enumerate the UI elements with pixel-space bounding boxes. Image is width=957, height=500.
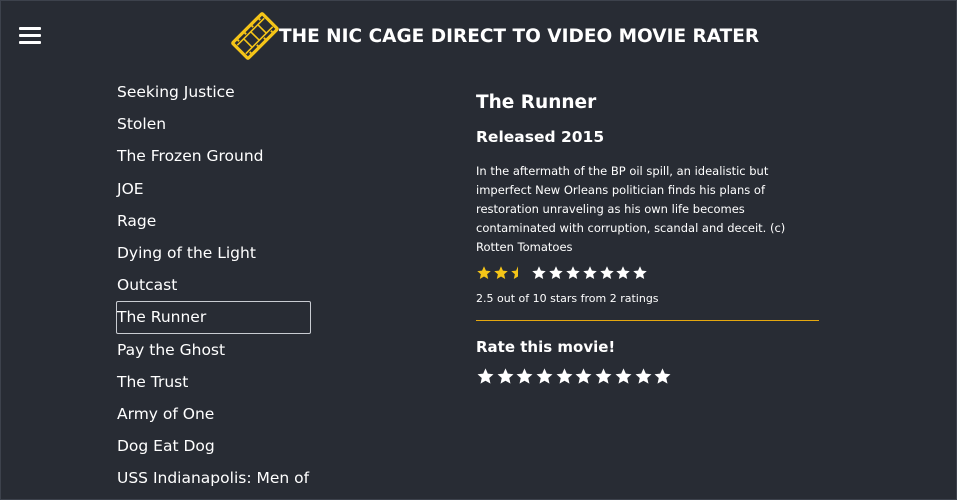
rate-movie-stars[interactable] xyxy=(476,367,821,386)
hamburger-menu-icon[interactable] xyxy=(19,27,41,45)
rate-star-icon[interactable] xyxy=(653,367,672,386)
movie-list-item[interactable]: Rage xyxy=(116,205,316,237)
star-empty-icon xyxy=(566,266,580,279)
rate-star-icon[interactable] xyxy=(476,367,495,386)
movie-list-item[interactable]: USS Indianapolis: Men of xyxy=(116,462,316,494)
rate-star-icon[interactable] xyxy=(574,367,593,386)
movie-list-item[interactable]: The Frozen Ground xyxy=(116,140,316,172)
star-empty-icon xyxy=(583,266,597,279)
movie-list-item[interactable]: JOE xyxy=(116,173,316,205)
movie-title: The Runner xyxy=(476,92,597,113)
divider xyxy=(476,320,819,321)
rate-star-icon[interactable] xyxy=(535,367,554,386)
rate-movie-label: Rate this movie! xyxy=(476,338,616,356)
star-empty-icon xyxy=(633,266,647,279)
star-filled-icon xyxy=(494,266,508,279)
rate-star-icon[interactable] xyxy=(555,367,574,386)
rating-summary: 2.5 out of 10 stars from 2 ratings xyxy=(476,292,659,305)
movie-list-item[interactable]: Stolen xyxy=(116,108,316,140)
film-strip-icon xyxy=(231,12,279,60)
star-half-icon xyxy=(510,266,525,279)
movie-description: In the aftermath of the BP oil spill, an… xyxy=(476,164,786,254)
movie-list-item[interactable]: Dying of the Light xyxy=(116,237,316,269)
star-empty-icon xyxy=(532,266,547,279)
movie-details: The Runner Released 2015 In the aftermat… xyxy=(476,88,821,386)
star-empty-icon xyxy=(599,266,614,279)
average-rating-stars xyxy=(476,263,821,283)
movie-list-item[interactable]: Army of One xyxy=(116,398,316,430)
movie-list-item[interactable]: Seeking Justice xyxy=(116,76,316,108)
star-empty-icon xyxy=(549,266,563,279)
star-empty-icon xyxy=(616,266,631,279)
movie-list-item[interactable]: The Runner xyxy=(116,301,311,334)
star-filled-icon xyxy=(477,266,491,279)
movie-list-item[interactable]: Pay the Ghost xyxy=(116,334,316,366)
movie-list: Seeking Justice Stolen The Frozen Ground JO… xyxy=(116,76,316,494)
movie-list-item[interactable]: Outcast xyxy=(116,269,316,301)
rate-star-icon[interactable] xyxy=(515,367,534,386)
movie-list-item[interactable]: The Trust xyxy=(116,366,316,398)
app-title: THE NIC CAGE DIRECT TO VIDEO MOVIE RATER xyxy=(279,25,760,47)
rate-star-icon[interactable] xyxy=(634,367,653,386)
movie-list-item[interactable]: Dog Eat Dog xyxy=(116,430,316,462)
rate-star-icon[interactable] xyxy=(496,367,515,386)
rate-star-icon[interactable] xyxy=(614,367,633,386)
app-header: THE NIC CAGE DIRECT TO VIDEO MOVIE RATER xyxy=(229,10,759,62)
rate-star-icon[interactable] xyxy=(594,367,613,386)
release-year: Released 2015 xyxy=(476,128,605,146)
